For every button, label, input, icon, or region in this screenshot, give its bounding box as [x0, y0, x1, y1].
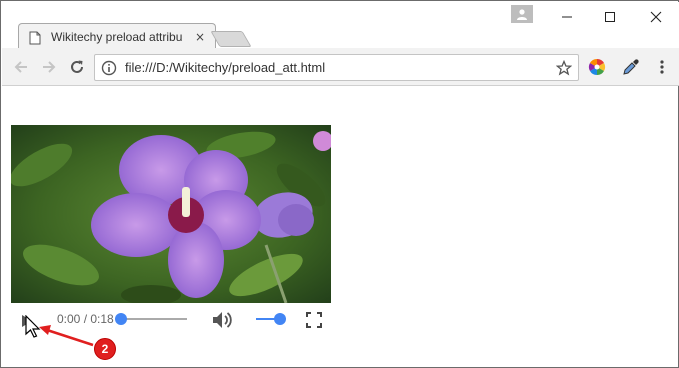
tab-strip: Wikitechy preload attribu ×: [2, 2, 679, 49]
reload-button[interactable]: [66, 56, 88, 78]
eyedropper-extension-icon[interactable]: [622, 58, 640, 76]
bookmark-star-icon[interactable]: [555, 59, 573, 80]
close-icon[interactable]: ×: [193, 30, 207, 44]
volume-icon[interactable]: [211, 310, 233, 334]
menu-kebab-icon[interactable]: [653, 58, 671, 76]
reload-icon: [71, 60, 83, 73]
url-text: file:///D:/Wikitechy/preload_att.html: [125, 60, 326, 75]
browser-toolbar: file:///D:/Wikitechy/preload_att.html: [2, 48, 679, 86]
step-badge: 2: [94, 338, 116, 360]
forward-button[interactable]: [38, 56, 60, 78]
profile-icon[interactable]: [511, 5, 533, 23]
back-button[interactable]: [10, 56, 32, 78]
forward-arrow-icon: [43, 61, 56, 73]
annotation-arrow-icon: [39, 325, 94, 347]
seek-handle[interactable]: [115, 313, 127, 325]
flower-video-image: [11, 125, 331, 303]
fullscreen-icon[interactable]: [306, 312, 322, 332]
video-frame[interactable]: [11, 125, 331, 303]
close-window-button[interactable]: [634, 6, 678, 28]
seek-bar[interactable]: [121, 318, 187, 320]
browser-tab[interactable]: Wikitechy preload attribu ×: [18, 23, 216, 49]
info-icon[interactable]: [101, 60, 117, 76]
new-tab-button[interactable]: [210, 31, 252, 47]
page-icon: [29, 30, 41, 44]
tab-title: Wikitechy preload attribu: [51, 29, 183, 44]
maximize-button[interactable]: [588, 6, 632, 28]
volume-handle[interactable]: [274, 313, 286, 325]
color-wheel-extension-icon[interactable]: [588, 58, 606, 76]
minimize-button[interactable]: [545, 6, 589, 28]
address-bar[interactable]: file:///D:/Wikitechy/preload_att.html: [94, 54, 579, 81]
back-arrow-icon: [14, 61, 27, 73]
browser-window: Wikitechy preload attribu × file:///D:/W…: [0, 0, 679, 368]
